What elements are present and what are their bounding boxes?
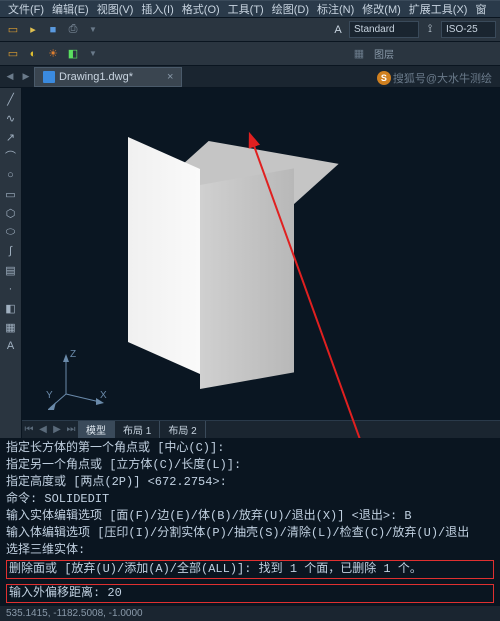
vtab-last-icon[interactable]: ⏭ xyxy=(64,424,78,435)
watermark-icon: S xyxy=(377,71,391,85)
axis-z-label: Z xyxy=(70,349,76,360)
spline-tool-icon[interactable]: ∫ xyxy=(2,242,20,260)
toolbar-top: ▭ ▸ ■ ⎙ ▼ A ⟟ xyxy=(0,18,500,42)
menu-file[interactable]: 文件(F) xyxy=(4,1,48,17)
polygon-tool-icon[interactable]: ⬡ xyxy=(2,204,20,222)
layer-bulb-icon[interactable]: ◐ xyxy=(24,45,42,63)
vtab-prev-icon[interactable]: ◀ xyxy=(36,424,50,435)
watermark: S 搜狐号@大水牛测绘 xyxy=(377,70,492,86)
circle-tool-icon[interactable]: ○ xyxy=(2,166,20,184)
viewport-tabs: ⏮ ◀ ▶ ⏭ 模型 布局 1 布局 2 xyxy=(22,420,500,438)
text-tool-icon[interactable]: A xyxy=(2,337,20,355)
ucs-axis: Z X Y xyxy=(48,352,108,412)
menu-format[interactable]: 格式(O) xyxy=(178,1,224,17)
file-tab-name: Drawing1.dwg* xyxy=(59,71,133,83)
layer-dropdown-icon[interactable]: ▼ xyxy=(84,45,102,63)
menu-insert[interactable]: 插入(I) xyxy=(137,1,177,17)
cmd-highlight-delete-face: 删除面或 [放弃(U)/添加(A)/全部(ALL)]: 找到 1 个面，已删除 … xyxy=(6,560,494,579)
menu-window[interactable]: 窗 xyxy=(471,1,490,17)
cmd-line: 指定另一个角点或 [立方体(C)/长度(L)]: xyxy=(6,457,494,474)
ellipse-tool-icon[interactable]: ⬭ xyxy=(2,223,20,241)
viewport[interactable]: Z X Y ⏮ ◀ ▶ ⏭ 模型 布局 1 布局 2 xyxy=(22,88,500,438)
vtab-next-icon[interactable]: ▶ xyxy=(50,424,64,435)
rect-tool-icon[interactable]: ▭ xyxy=(2,185,20,203)
cmd-line: 输入实体编辑选项 [面(F)/边(E)/体(B)/放弃(U)/退出(X)] <退… xyxy=(6,508,494,525)
dim-style-input[interactable] xyxy=(441,21,496,38)
region-tool-icon[interactable]: ◧ xyxy=(2,299,20,317)
menu-view[interactable]: 视图(V) xyxy=(93,1,138,17)
toolbar-layers: ▭ ◐ ☀ ◧ ▼ ▦ 图层 xyxy=(0,42,500,66)
status-coords: 535.1415, -1182.5008, -1.0000 xyxy=(6,608,143,619)
dim-style-icon[interactable]: ⟟ xyxy=(421,21,439,39)
file-tab[interactable]: Drawing1.dwg* × xyxy=(34,67,182,87)
menu-bar: 文件(F) 编辑(E) 视图(V) 插入(I) 格式(O) 工具(T) 绘图(D… xyxy=(0,0,500,18)
menu-modify[interactable]: 修改(M) xyxy=(358,1,405,17)
box-side-face xyxy=(200,168,294,389)
polyline-tool-icon[interactable]: ∿ xyxy=(2,109,20,127)
solid-box xyxy=(162,148,332,378)
ray-tool-icon[interactable]: ↗ xyxy=(2,128,20,146)
menu-edit[interactable]: 编辑(E) xyxy=(48,1,93,17)
menu-tools[interactable]: 工具(T) xyxy=(224,1,268,17)
print-icon[interactable]: ⎙ xyxy=(64,21,82,39)
open-icon[interactable]: ▸ xyxy=(24,21,42,39)
tab-layout2[interactable]: 布局 2 xyxy=(160,421,205,438)
tab-model[interactable]: 模型 xyxy=(78,421,115,438)
axis-x-label: X xyxy=(100,390,107,401)
cmd-line: 指定长方体的第一个角点或 [中心(C)]: xyxy=(6,440,494,457)
hatch-icon[interactable]: ▦ xyxy=(350,45,368,63)
file-tab-close-icon[interactable]: × xyxy=(137,71,173,83)
table-tool-icon[interactable]: ▦ xyxy=(2,318,20,336)
box-front-face xyxy=(128,137,200,374)
cmd-line: 选择三维实体: xyxy=(6,542,494,559)
line-tool-icon[interactable]: ╱ xyxy=(2,90,20,108)
cmd-highlight-offset: 输入外偏移距离: 20 xyxy=(6,584,494,603)
work-area: ╱ ∿ ↗ ⌒ ○ ▭ ⬡ ⬭ ∫ ▤ · ◧ ▦ A xyxy=(0,88,500,438)
file-type-icon xyxy=(43,71,55,83)
cmd-line: 输入体编辑选项 [压印(I)/分割实体(P)/抽壳(S)/清除(L)/检查(C)… xyxy=(6,525,494,542)
menu-ext[interactable]: 扩展工具(X) xyxy=(405,1,472,17)
point-tool-icon[interactable]: · xyxy=(2,280,20,298)
cmd-line: 命令: SOLIDEDIT xyxy=(6,491,494,508)
tab-layout1[interactable]: 布局 1 xyxy=(115,421,160,438)
watermark-text: 搜狐号@大水牛测绘 xyxy=(393,70,492,86)
axis-y-label: Y xyxy=(46,390,53,401)
save-icon[interactable]: ■ xyxy=(44,21,62,39)
text-style-input[interactable] xyxy=(349,21,419,38)
layer-label: 图层 xyxy=(374,46,394,61)
tab-next-icon[interactable]: ▶ xyxy=(18,68,34,86)
hatch-tool-icon[interactable]: ▤ xyxy=(2,261,20,279)
status-bar: 535.1415, -1182.5008, -1.0000 xyxy=(0,606,500,621)
dropdown-icon[interactable]: ▼ xyxy=(84,21,102,39)
text-style-icon[interactable]: A xyxy=(329,21,347,39)
layer-new-icon[interactable]: ▭ xyxy=(4,45,22,63)
menu-annotate[interactable]: 标注(N) xyxy=(313,1,358,17)
new-icon[interactable]: ▭ xyxy=(4,21,22,39)
command-area[interactable]: 指定长方体的第一个角点或 [中心(C)]: 指定另一个角点或 [立方体(C)/长… xyxy=(0,438,500,606)
layer-sun-icon[interactable]: ☀ xyxy=(44,45,62,63)
menu-draw[interactable]: 绘图(D) xyxy=(268,1,313,17)
layer-color-icon[interactable]: ◧ xyxy=(64,45,82,63)
tab-prev-icon[interactable]: ◀ xyxy=(2,68,18,86)
vtab-first-icon[interactable]: ⏮ xyxy=(22,424,36,435)
left-toolbar: ╱ ∿ ↗ ⌒ ○ ▭ ⬡ ⬭ ∫ ▤ · ◧ ▦ A xyxy=(0,88,22,438)
cmd-line: 指定高度或 [两点(2P)] <672.2754>: xyxy=(6,474,494,491)
arc-tool-icon[interactable]: ⌒ xyxy=(2,147,20,165)
